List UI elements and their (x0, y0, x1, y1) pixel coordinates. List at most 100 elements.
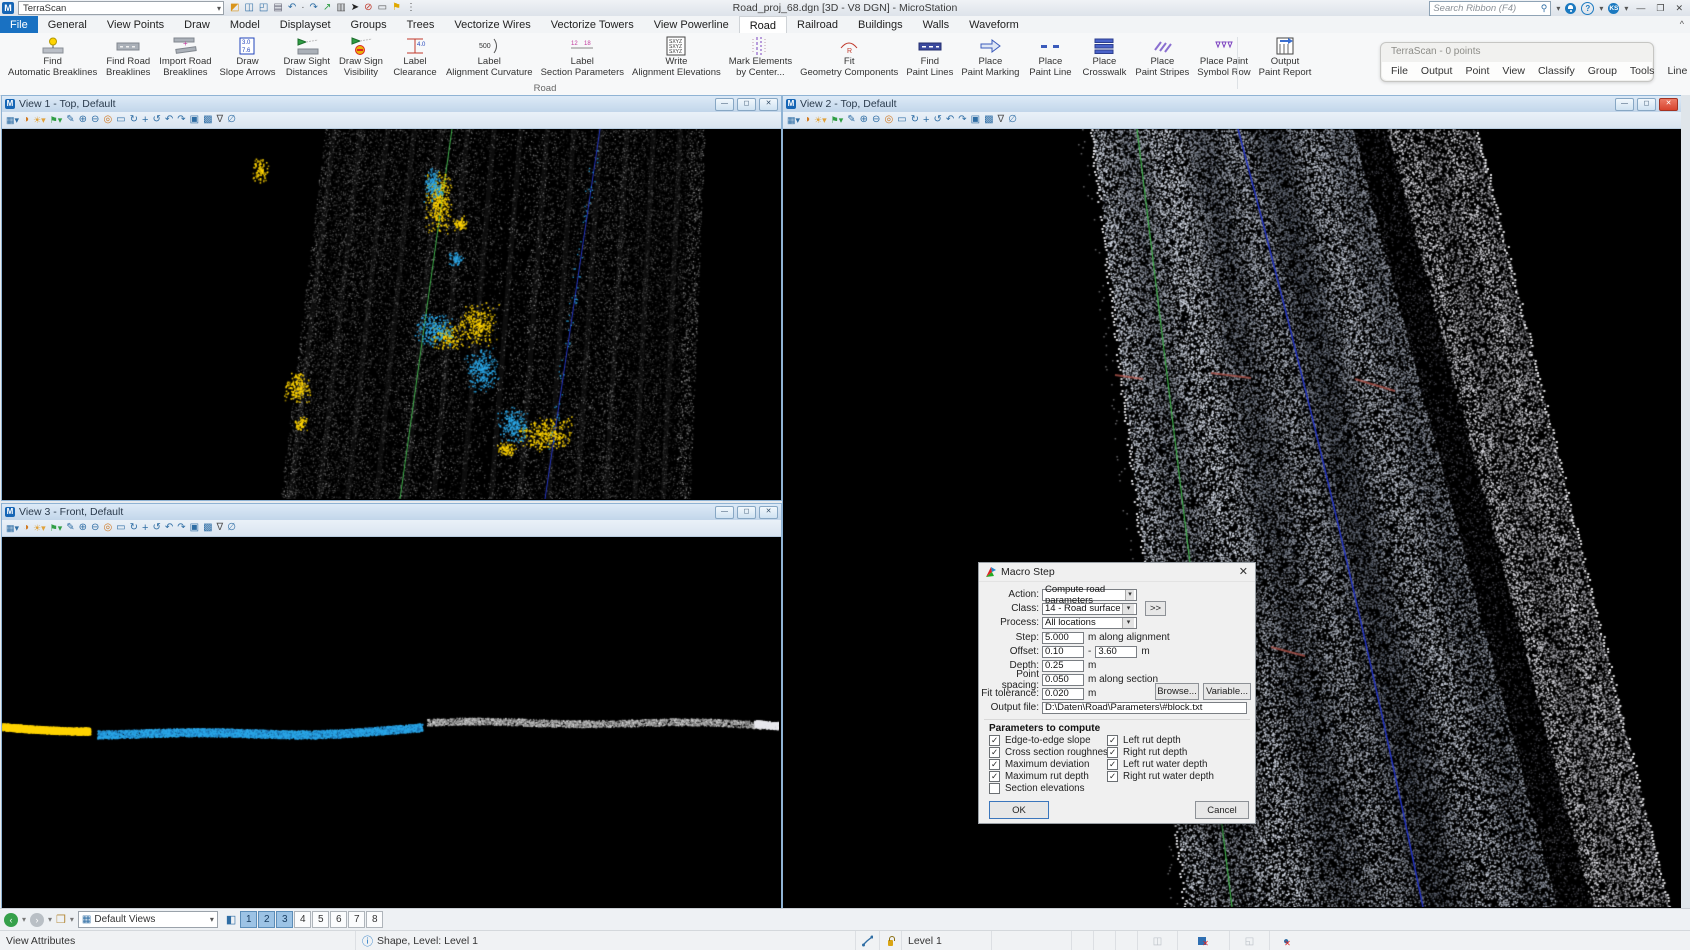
view-display-menu-icon[interactable]: ▦▾ (6, 113, 19, 128)
clip-mask-icon[interactable]: ∅ (227, 113, 236, 127)
view-display-menu-icon[interactable]: ▦▾ (6, 521, 19, 536)
view-restore-button[interactable]: ◻ (737, 98, 756, 111)
zoom-out-icon[interactable]: ⊖ (91, 521, 99, 535)
ribbon-tab[interactable]: General (38, 16, 97, 33)
action-select[interactable]: Compute road parameters▾ (1042, 589, 1137, 601)
redo-view-icon[interactable]: ↷ (177, 521, 185, 535)
close-button[interactable]: ✕ (1672, 3, 1686, 14)
terrascan-menu-item[interactable]: View (1502, 65, 1525, 77)
delete-element-icon[interactable]: ⊘ (364, 2, 372, 14)
ribbon-tab[interactable]: Vectorize Towers (541, 16, 644, 33)
offset-min-input[interactable]: 0.10 (1042, 646, 1084, 658)
terrascan-menu-item[interactable]: File (1391, 65, 1408, 77)
chevron-down-icon[interactable]: ▾ (1599, 4, 1603, 13)
view1-titlebar[interactable]: M View 1 - Top, Default — ◻ ✕ (2, 96, 781, 112)
walk-view-icon[interactable]: ↺ (933, 113, 941, 127)
zoom-out-icon[interactable]: ⊖ (872, 113, 880, 127)
view-minimize-button[interactable]: — (715, 98, 734, 111)
fence-icon[interactable]: ▭ (378, 2, 387, 14)
terrascan-menu-item[interactable]: Output (1421, 65, 1453, 77)
variable-button[interactable]: Variable... (1203, 683, 1251, 700)
ribbon-button[interactable]: Draw Sign Visibility (334, 33, 388, 78)
view-minimize-button[interactable]: — (715, 506, 734, 519)
zoom-in-icon[interactable]: ⊕ (860, 113, 868, 127)
tool-settings-combo[interactable]: TerraScan ▾ (18, 1, 224, 15)
checkbox[interactable]: ✓ (989, 771, 1000, 782)
help-icon[interactable]: ? (1581, 2, 1594, 15)
fit-view-icon[interactable]: ▭ (116, 521, 125, 535)
checkbox[interactable]: ✓ (1107, 747, 1118, 758)
output-file-input[interactable]: D:\Daten\Road\Parameters\#block.txt (1042, 702, 1247, 714)
chevron-down-icon[interactable]: ▾ (1624, 4, 1628, 13)
ribbon-button[interactable]: 3.07.6 Draw Slope Arrows (216, 33, 280, 78)
tile-views-icon[interactable]: ▩ (984, 113, 993, 127)
clip-volume-icon[interactable]: ∇ (998, 113, 1005, 127)
checkbox[interactable]: ✓ (1107, 759, 1118, 770)
view-toggle-button[interactable]: 8 (366, 911, 383, 928)
ribbon-button[interactable]: Place Paint Marking (957, 33, 1023, 78)
window-area-icon[interactable]: ◎ (884, 113, 893, 127)
terrascan-menu-item[interactable]: Classify (1538, 65, 1575, 77)
ribbon-button[interactable]: Place Paint Symbol Row (1193, 33, 1254, 78)
fit-view-icon[interactable]: ▭ (897, 113, 906, 127)
notification-bell-icon[interactable] (1565, 3, 1576, 14)
chevron-down-icon[interactable]: ▾ (1556, 4, 1560, 13)
walk-view-icon[interactable]: ↺ (152, 113, 160, 127)
pan-view-icon[interactable]: + (142, 113, 148, 128)
collapse-ribbon-icon[interactable]: ^ (1680, 19, 1684, 29)
dialog-titlebar[interactable]: Macro Step ✕ (979, 563, 1255, 582)
presentation-style-icon[interactable]: ◑ (23, 113, 29, 127)
step-input[interactable]: 5.000 (1042, 632, 1084, 644)
checkbox[interactable]: ✓ (1107, 771, 1118, 782)
redo-view-icon[interactable]: ↷ (177, 113, 185, 127)
zoom-in-icon[interactable]: ⊕ (79, 521, 87, 535)
ribbon-button[interactable]: Output Paint Report (1255, 33, 1316, 78)
update-view-brush-icon[interactable]: ✎ (66, 113, 74, 127)
saved-view-flag-icon[interactable]: ⚑▾ (50, 521, 63, 536)
paste-icon[interactable]: ▤ (273, 2, 282, 14)
forward-button[interactable]: › (30, 913, 44, 927)
print-icon[interactable]: ▥ (336, 2, 345, 14)
view-minimize-button[interactable]: — (1615, 98, 1634, 111)
rotate-view-icon[interactable]: ↻ (130, 521, 138, 535)
view-toggle-button[interactable]: 5 (312, 911, 329, 928)
view-toggle-button[interactable]: 3 (276, 911, 293, 928)
view-toggle-button[interactable]: 4 (294, 911, 311, 928)
class-select[interactable]: 14 - Road surface▾ (1042, 603, 1137, 615)
view-toggle-button[interactable]: 7 (348, 911, 365, 928)
undo-view-icon[interactable]: ↶ (165, 113, 173, 127)
checkbox[interactable]: ✓ (989, 735, 1000, 746)
pan-view-icon[interactable]: + (142, 521, 148, 536)
ribbon-button[interactable]: Find Road Breaklines (101, 33, 155, 78)
terrascan-menu-item[interactable]: Line (1667, 65, 1687, 77)
snap-mode-segment[interactable] (856, 931, 880, 950)
back-button[interactable]: ‹ (4, 913, 18, 927)
walk-view-icon[interactable]: ↺ (152, 521, 160, 535)
ribbon-button[interactable]: 500 Label Alignment Curvature (442, 33, 537, 78)
terrascan-menu-item[interactable]: Group (1588, 65, 1617, 77)
view-toggle-button[interactable]: 1 (240, 911, 257, 928)
chevron-down-icon[interactable]: ▾ (70, 915, 74, 924)
parameter-checkbox-row[interactable]: ✓Maximum deviation (989, 759, 1089, 770)
ribbon-tab[interactable]: Vectorize Wires (444, 16, 540, 33)
view-close-button[interactable]: ✕ (1659, 98, 1678, 111)
save-icon[interactable]: ◫ (244, 2, 253, 14)
search-ribbon-input[interactable]: Search Ribbon (F4) ⚲ (1429, 1, 1551, 16)
saved-view-flag-icon[interactable]: ⚑▾ (50, 113, 63, 128)
copy-view-icon[interactable]: ▣ (190, 113, 199, 127)
rotate-view-icon[interactable]: ↻ (911, 113, 919, 127)
ribbon-button[interactable]: Mark Elements by Center... (725, 33, 796, 78)
multi-view-icon[interactable]: ◧ (226, 913, 236, 926)
saved-view-flag-icon[interactable]: ⚑▾ (831, 113, 844, 128)
view-close-button[interactable]: ✕ (759, 506, 778, 519)
brightness-icon[interactable]: ☀▾ (33, 113, 46, 128)
ribbon-tab[interactable]: Buildings (848, 16, 913, 33)
account-icon[interactable]: KS (1608, 3, 1619, 14)
checkbox[interactable]: ✓ (989, 747, 1000, 758)
ribbon-tab[interactable]: Draw (174, 16, 220, 33)
open-file-icon[interactable]: ◩ (230, 2, 239, 14)
clip-mask-icon[interactable]: ∅ (227, 521, 236, 535)
fence-mode-segment[interactable]: ◱ (1230, 931, 1270, 950)
ribbon-button[interactable]: R Fit Geometry Components (796, 33, 902, 78)
parameter-checkbox-row[interactable]: Section elevations (989, 783, 1085, 794)
